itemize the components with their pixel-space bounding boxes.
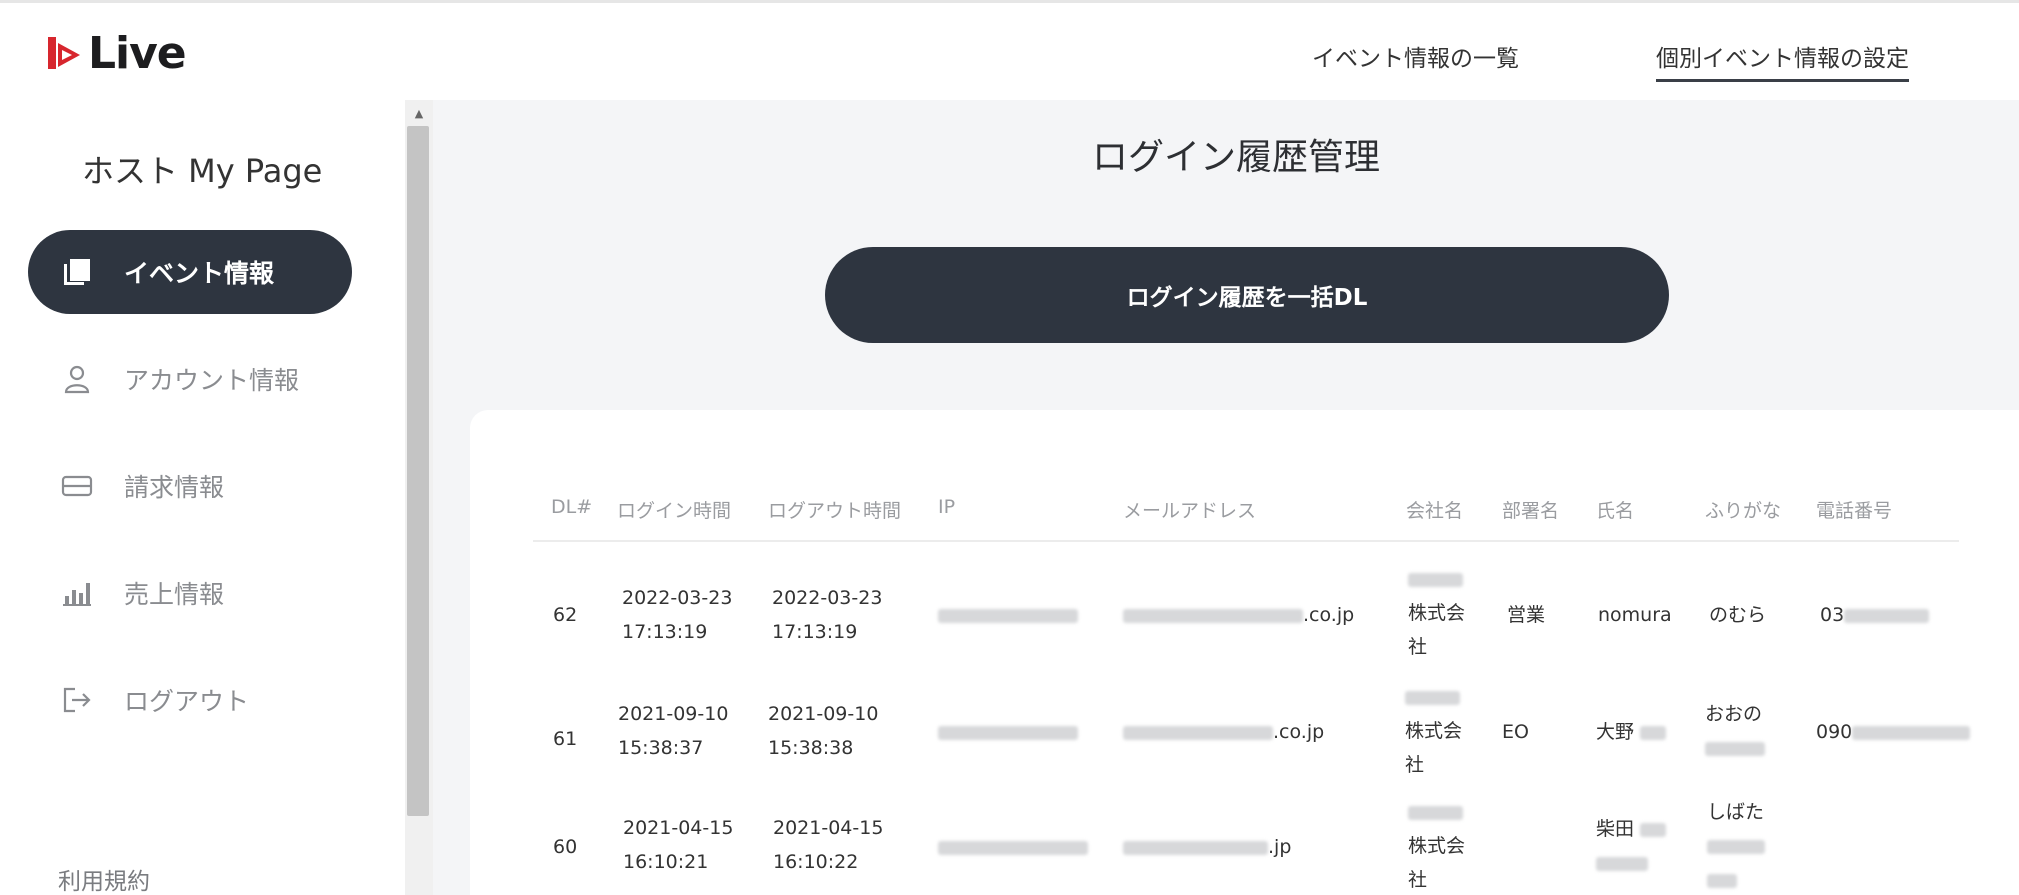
logout-icon bbox=[60, 683, 94, 717]
cell-ip-redacted bbox=[938, 830, 1088, 864]
scroll-up-arrow-icon[interactable]: ▲ bbox=[405, 104, 433, 122]
nav-event-settings[interactable]: 個別イベント情報の設定 bbox=[1656, 39, 1909, 82]
cell-company: 株式会社 bbox=[1408, 795, 1465, 895]
sidebar-item-label: イベント情報 bbox=[124, 259, 275, 288]
cell-department: EO bbox=[1502, 721, 1529, 743]
cell-name: 大野 bbox=[1596, 715, 1667, 749]
sidebar: ホスト My Page イベント情報 アカウント情報 請求情報 売上情報 ログア… bbox=[0, 100, 405, 895]
cell-login-time: 2021-09-10 15:38:37 bbox=[618, 703, 729, 759]
page-title: ログイン履歴管理 bbox=[1092, 137, 1381, 178]
cell-logout-time: 2021-04-15 16:10:22 bbox=[773, 817, 884, 873]
col-header-phone: 電話番号 bbox=[1816, 500, 1893, 522]
cell-phone: 090 bbox=[1816, 715, 1971, 749]
credit-card-icon bbox=[60, 469, 94, 503]
cell-name: nomura bbox=[1598, 604, 1672, 626]
user-icon bbox=[60, 362, 94, 396]
cell-login-time: 2022-03-23 17:13:19 bbox=[622, 587, 733, 643]
cell-ip-redacted bbox=[938, 715, 1078, 749]
cell-kana: しばた bbox=[1707, 795, 1765, 895]
cell-logout-time: 2021-09-10 15:38:38 bbox=[768, 703, 879, 759]
col-header-company: 会社名 bbox=[1406, 500, 1464, 522]
cell-logout-time: 2022-03-23 17:13:19 bbox=[772, 587, 883, 643]
cell-phone: 03 bbox=[1820, 598, 1930, 632]
sidebar-item-event-info[interactable]: イベント情報 bbox=[28, 230, 352, 314]
logo-mark-icon bbox=[48, 37, 80, 69]
col-header-kana: ふりがな bbox=[1705, 500, 1782, 522]
nav-event-list[interactable]: イベント情報の一覧 bbox=[1312, 39, 1519, 73]
cell-login-time: 2021-04-15 16:10:21 bbox=[623, 817, 734, 873]
sidebar-item-label: ログアウト bbox=[124, 687, 250, 716]
cell-ip-redacted bbox=[938, 598, 1078, 632]
table-header-divider bbox=[533, 540, 1959, 542]
sidebar-item-logout[interactable]: ログアウト bbox=[28, 658, 352, 742]
sidebar-item-label: アカウント情報 bbox=[124, 366, 300, 395]
cell-company: 株式会社 bbox=[1405, 680, 1462, 782]
cell-company: 株式会社 bbox=[1408, 562, 1465, 664]
cell-dl: 62 bbox=[553, 604, 578, 626]
cell-dl: 61 bbox=[553, 728, 578, 750]
cell-name: 柴田 bbox=[1596, 812, 1667, 880]
book-icon bbox=[60, 255, 94, 289]
cell-department: 営業 bbox=[1507, 604, 1546, 626]
cell-email: .co.jp bbox=[1123, 715, 1324, 749]
bar-chart-icon bbox=[60, 576, 94, 610]
col-header-name: 氏名 bbox=[1596, 500, 1635, 522]
col-header-ip: IP bbox=[938, 496, 956, 518]
col-header-logout-time: ログアウト時間 bbox=[768, 500, 902, 522]
col-header-dl: DL# bbox=[551, 496, 593, 518]
scrollbar-thumb[interactable] bbox=[407, 126, 429, 816]
sidebar-item-account-info[interactable]: アカウント情報 bbox=[28, 337, 352, 421]
cell-kana: おおの bbox=[1705, 697, 1765, 765]
sidebar-item-sales-info[interactable]: 売上情報 bbox=[28, 551, 352, 635]
col-header-email: メールアドレス bbox=[1123, 500, 1257, 522]
col-header-department: 部署名 bbox=[1502, 500, 1560, 522]
cell-dl: 60 bbox=[553, 836, 578, 858]
col-header-login-time: ログイン時間 bbox=[617, 500, 732, 522]
sidebar-item-label: 請求情報 bbox=[124, 473, 225, 502]
sidebar-title: ホスト My Page bbox=[82, 152, 323, 190]
top-bar: Live イベント情報の一覧 個別イベント情報の設定 bbox=[0, 0, 2019, 100]
sidebar-item-billing-info[interactable]: 請求情報 bbox=[28, 444, 352, 528]
sidebar-item-label: 売上情報 bbox=[124, 580, 225, 609]
terms-link[interactable]: 利用規約 bbox=[58, 862, 150, 895]
download-all-login-history-button[interactable]: ログイン履歴を一括DL bbox=[825, 247, 1669, 343]
cell-email: .jp bbox=[1123, 830, 1291, 864]
logo-text: Live bbox=[88, 27, 187, 79]
logo[interactable]: Live bbox=[44, 25, 187, 81]
cell-kana: のむら bbox=[1709, 604, 1767, 626]
cell-email: .co.jp bbox=[1123, 598, 1354, 632]
